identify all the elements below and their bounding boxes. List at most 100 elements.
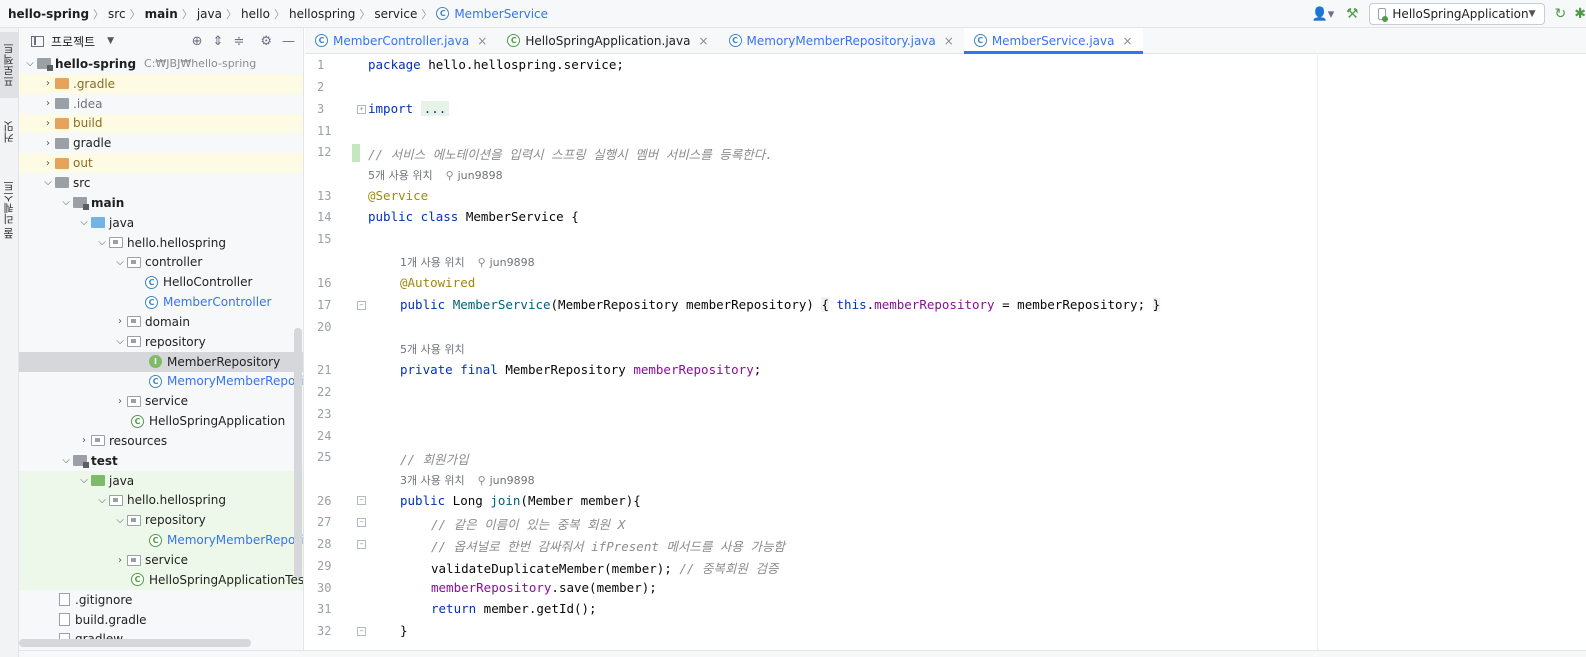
close-icon[interactable]: ×: [698, 34, 708, 48]
collapse-all-icon[interactable]: ≑: [233, 34, 244, 49]
breadcrumb-item[interactable]: src: [108, 7, 126, 21]
tree-row[interactable]: C HelloSpringApplicationTests: [19, 569, 303, 590]
tree-row[interactable]: ⌵ java: [19, 470, 303, 491]
run-configuration-select[interactable]: HelloSpringApplication ▼: [1368, 3, 1545, 25]
gear-icon[interactable]: ⚙: [260, 34, 272, 49]
chevron-right-icon[interactable]: ›: [113, 555, 127, 566]
tool-tab-pull-requests[interactable]: 풀 리퀘스트: [0, 168, 19, 252]
chevron-right-icon[interactable]: ›: [41, 158, 55, 169]
folded-imports[interactable]: ...: [420, 101, 450, 116]
horizontal-scrollbar[interactable]: [19, 639, 251, 647]
tree-item-label: resources: [109, 433, 168, 448]
chevron-down-icon[interactable]: ⌵: [59, 197, 73, 208]
chevron-down-icon[interactable]: ⌵: [113, 515, 127, 526]
breadcrumb-item[interactable]: hello: [241, 7, 270, 21]
chevron-down-icon[interactable]: ⌵: [59, 455, 73, 466]
vertical-scrollbar[interactable]: [294, 328, 302, 578]
fold-icon[interactable]: +: [357, 105, 366, 114]
tree-row[interactable]: C HelloSpringApplication: [19, 411, 303, 431]
chevron-right-icon[interactable]: ›: [41, 98, 55, 109]
chevron-down-icon[interactable]: ⌵: [41, 177, 55, 188]
tool-tab-commit[interactable]: 커밋: [0, 112, 19, 152]
breadcrumb-current[interactable]: C MemberService: [436, 7, 548, 21]
fold-icon[interactable]: −: [357, 301, 366, 310]
rerun-icon[interactable]: ↻: [1555, 6, 1567, 22]
tree-row[interactable]: › out: [19, 153, 303, 174]
usage-hint[interactable]: 3개 사용 위치 ⚲ jun9898: [400, 472, 535, 488]
tree-row-root[interactable]: ⌵ hello-spring C:₩JBJ₩hello-spring: [19, 54, 303, 74]
breadcrumb-item[interactable]: java: [197, 7, 222, 21]
tree-row[interactable]: › gradle: [19, 133, 303, 153]
usage-hint[interactable]: 1개 사용 위치 ⚲ jun9898: [400, 254, 535, 270]
tree-row[interactable]: ⌵ repository: [19, 510, 303, 531]
tree-row[interactable]: › service: [19, 550, 303, 570]
tree-row[interactable]: › build: [19, 113, 303, 134]
chevron-right-icon[interactable]: ›: [113, 316, 127, 327]
tab-memory-member-repository[interactable]: C MemoryMemberRepository.java ×: [719, 28, 964, 53]
code-token: (Member member){: [520, 493, 641, 508]
breadcrumb-item[interactable]: hellospring: [289, 7, 355, 21]
chevron-down-icon[interactable]: ⌵: [113, 336, 127, 347]
tree-row[interactable]: ⌵ controller: [19, 252, 303, 272]
fold-icon[interactable]: −: [357, 496, 366, 505]
tree-row[interactable]: › service: [19, 391, 303, 411]
chevron-right-icon[interactable]: ›: [41, 138, 55, 149]
fold-icon[interactable]: −: [357, 518, 366, 527]
tree-row[interactable]: ⌵ repository: [19, 332, 303, 352]
chevron-down-icon[interactable]: ⌵: [77, 475, 91, 486]
fold-icon[interactable]: −: [357, 540, 366, 549]
chevron-down-icon[interactable]: ⌵: [95, 495, 109, 506]
breadcrumb-item[interactable]: main: [145, 7, 178, 21]
code-line: @Autowired: [400, 275, 476, 290]
tab-member-service[interactable]: C MemberService.java ×: [963, 28, 1143, 54]
user-icon[interactable]: 👤▾: [1310, 4, 1336, 24]
close-icon[interactable]: ×: [944, 34, 954, 48]
code-token: }: [1152, 297, 1161, 312]
debug-icon[interactable]: ✱: [1574, 6, 1586, 22]
tree-row[interactable]: › .gradle: [19, 73, 303, 94]
tree-row[interactable]: build.gradle: [19, 610, 303, 630]
chevron-right-icon[interactable]: ›: [41, 118, 55, 129]
tree-row[interactable]: › .idea: [19, 94, 303, 114]
tree-row[interactable]: C MemoryMemberReposito: [19, 530, 303, 551]
tree-item-label: hello-spring: [55, 56, 137, 71]
tool-tab-project[interactable]: 프로젝트: [0, 32, 19, 98]
project-panel-title[interactable]: 프로젝트: [51, 33, 95, 50]
tree-row[interactable]: ⌵ hello.hellospring: [19, 233, 303, 253]
tree-row[interactable]: › resources: [19, 431, 303, 451]
usage-hint[interactable]: 5개 사용 위치: [400, 341, 465, 357]
tree-row[interactable]: ⌵ java: [19, 213, 303, 233]
close-icon[interactable]: ×: [1122, 34, 1132, 48]
tree-row[interactable]: C HelloController: [19, 272, 303, 292]
chevron-right-icon[interactable]: ›: [113, 396, 127, 407]
fold-icon[interactable]: −: [357, 627, 366, 636]
expand-all-icon[interactable]: ⇕: [213, 34, 224, 49]
tree-row[interactable]: .gitignore: [19, 590, 303, 610]
chevron-down-icon[interactable]: ⌵: [23, 58, 37, 69]
tree-row[interactable]: ⌵ src: [19, 173, 303, 193]
hide-icon[interactable]: —: [282, 34, 295, 49]
chevron-down-icon[interactable]: ⌵: [113, 257, 127, 268]
chevron-down-icon[interactable]: ▼: [107, 36, 114, 46]
tree-row[interactable]: C MemberController: [19, 292, 303, 312]
tab-hello-spring-application[interactable]: C HelloSpringApplication.java ×: [497, 28, 718, 53]
build-hammer-icon[interactable]: ⚒: [1346, 6, 1359, 22]
close-icon[interactable]: ×: [477, 34, 487, 48]
breadcrumb-item[interactable]: service: [374, 7, 417, 21]
tree-row[interactable]: ⌵ hello.hellospring: [19, 490, 303, 511]
locate-icon[interactable]: ⊕: [192, 34, 203, 49]
breadcrumb-item[interactable]: hello-spring: [8, 7, 89, 21]
code-token: .save(member);: [551, 580, 657, 595]
chevron-down-icon[interactable]: ⌵: [95, 237, 109, 248]
usage-hint[interactable]: 5개 사용 위치 ⚲ jun9898: [368, 167, 503, 183]
chevron-right-icon[interactable]: ›: [77, 435, 91, 446]
chevron-down-icon[interactable]: ⌵: [77, 217, 91, 228]
tree-row[interactable]: ⌵ test: [19, 451, 303, 471]
tree-row[interactable]: C MemoryMemberReposito: [19, 372, 303, 392]
tree-row[interactable]: › domain: [19, 312, 303, 332]
tab-member-controller[interactable]: C MemberController.java ×: [305, 28, 497, 53]
chevron-right-icon[interactable]: ›: [41, 78, 55, 89]
code-editor[interactable]: 1 2 3 11 12 13 14 15 16 17 20 21 22 23 2…: [305, 55, 1586, 657]
tree-row-selected[interactable]: I MemberRepository: [19, 351, 303, 372]
tree-row[interactable]: ⌵ main: [19, 193, 303, 213]
